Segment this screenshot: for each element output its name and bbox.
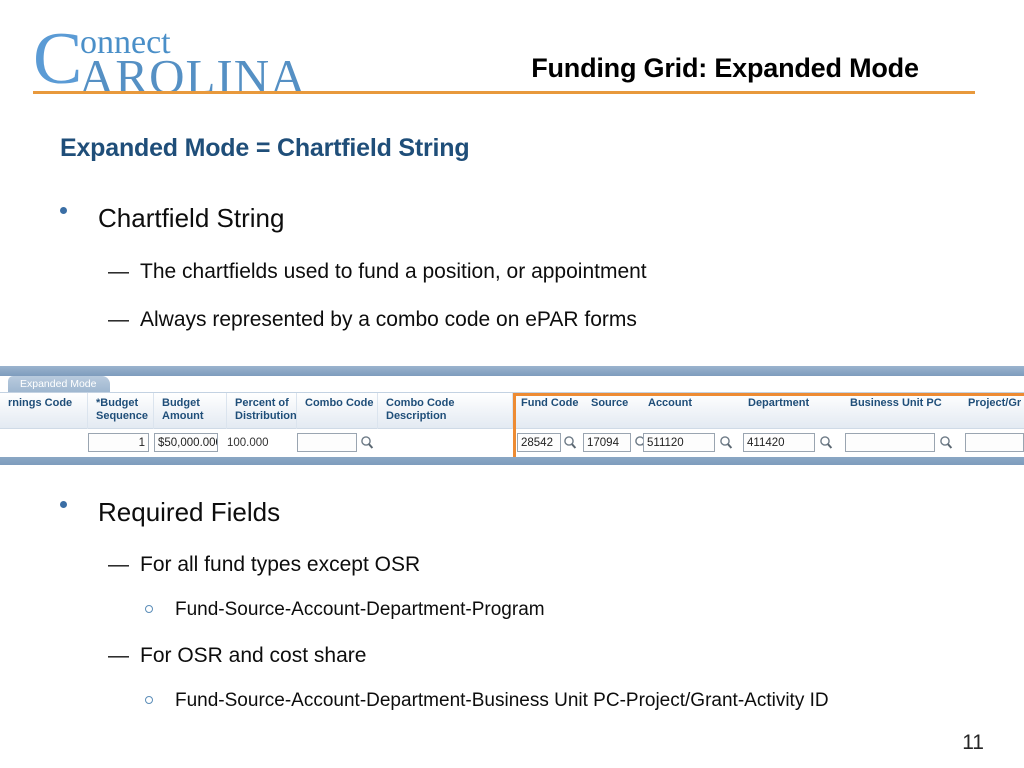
cell-budget-amount: $50,000.000 [154,433,227,455]
fund-code-lookup-icon[interactable] [563,435,577,450]
account-input[interactable]: 511120 [643,433,715,452]
bullet-chartfields-used: — The chartfields used to fund a positio… [108,260,647,284]
cell-business-unit-pc [845,433,960,455]
column-header-label: Fund Code [521,397,579,409]
bullet-text: The chartfields used to fund a position,… [140,260,647,283]
project-grant-input[interactable] [965,433,1024,452]
bullet-circle-icon [145,696,153,704]
column-header-label: Department [748,397,810,409]
column-percent-of-distribution: Percent of Distribution [227,393,297,429]
column-combo-code: Combo Code [297,393,378,429]
column-header-label: Project/Gr [968,397,1022,409]
bullet-for-osr-and-cost-share: — For OSR and cost share [108,644,367,668]
tab-expanded-mode[interactable]: Expanded Mode [8,376,111,392]
business-unit-pc-input[interactable] [845,433,935,452]
department-input[interactable]: 411420 [743,433,815,452]
logo-letter-c: C [33,18,83,100]
account-lookup-icon[interactable] [719,435,733,450]
cell-budget-sequence: 1 [88,433,154,455]
column-header-label: rnings Code [8,397,73,409]
section-heading: Expanded Mode = Chartfield String [60,134,470,162]
cell-project-grant [965,433,1024,455]
bullet-required-fields: Required Fields [60,497,281,528]
column-earnings-code: rnings Code [0,393,88,429]
column-project-grant: Project/Gr [960,393,1024,429]
cell-combo-code [297,433,378,455]
budget-amount-input[interactable]: $50,000.000 [154,433,218,452]
grid-body: Expanded Mode rnings Code *Budget Sequen… [0,376,1024,465]
department-lookup-icon[interactable] [819,435,833,450]
bullet-dash-icon: — [108,308,129,331]
bullet-dot-icon [60,207,67,214]
source-input[interactable]: 17094 [583,433,631,452]
bullet-text: Required Fields [98,497,281,527]
grid-header-row: rnings Code *Budget Sequence Budget Amou… [0,393,1024,429]
cell-department: 411420 [743,433,842,455]
percent-of-distribution-value: 100.000 [227,437,269,449]
column-fund-code: Fund Code [513,393,583,429]
bullet-text: For OSR and cost share [140,644,367,667]
bullet-always-represented: — Always represented by a combo code on … [108,308,637,332]
bullet-text: For all fund types except OSR [140,553,421,576]
column-business-unit-pc: Business Unit PC [842,393,960,429]
bullet-text: Chartfield String [98,203,285,233]
fund-code-input[interactable]: 28542 [517,433,561,452]
bullet-dash-icon: — [108,644,129,667]
slide: C onnect AROLINA Funding Grid: Expanded … [0,0,1024,768]
cell-percent-of-distribution: 100.000 [227,433,297,455]
bullet-text: Fund-Source-Account-Department-Program [175,599,545,620]
cell-account: 511120 [643,433,740,455]
cell-fund-code: 28542 [517,433,583,455]
business-unit-pc-lookup-icon[interactable] [939,435,953,450]
column-header-label: Combo Code [305,397,374,409]
bullet-text: Fund-Source-Account-Department-Business … [175,690,829,711]
page-number: 11 [962,731,984,754]
column-header-label: Business Unit PC [850,397,942,409]
funding-grid-screenshot: Expanded Mode rnings Code *Budget Sequen… [0,366,1024,465]
column-department: Department [740,393,842,429]
column-header-label: Combo Code Description [386,397,455,422]
bullet-for-all-fund-types: — For all fund types except OSR [108,553,421,577]
grid-top-band [0,366,1024,376]
column-account: Account [640,393,740,429]
budget-sequence-input[interactable]: 1 [88,433,149,452]
column-header-label: Budget Amount [162,397,204,422]
column-budget-amount: Budget Amount [154,393,227,429]
bullet-fund-source-account-department-bupc: Fund-Source-Account-Department-Business … [145,690,829,712]
column-header-label: Percent of Distribution [235,397,297,422]
column-header-label: *Budget Sequence [96,397,148,422]
bullet-dash-icon: — [108,260,129,283]
column-header-label: Account [648,397,692,409]
bullet-dash-icon: — [108,553,129,576]
title-divider [33,91,975,94]
page-title: Funding Grid: Expanded Mode [531,53,919,83]
combo-code-lookup-icon[interactable] [360,435,374,450]
bullet-circle-icon [145,605,153,613]
grid-bottom-band [0,457,1024,465]
combo-code-input[interactable] [297,433,357,452]
column-combo-code-description: Combo Code Description [378,393,513,429]
connectcarolina-logo: C onnect AROLINA [33,18,333,101]
bullet-fund-source-account-department-program: Fund-Source-Account-Department-Program [145,599,545,621]
bullet-text: Always represented by a combo code on eP… [140,308,637,331]
bullet-chartfield-string: Chartfield String [60,203,285,234]
column-budget-sequence: *Budget Sequence [88,393,154,429]
column-header-label: Source [591,397,629,409]
bullet-dot-icon [60,501,67,508]
